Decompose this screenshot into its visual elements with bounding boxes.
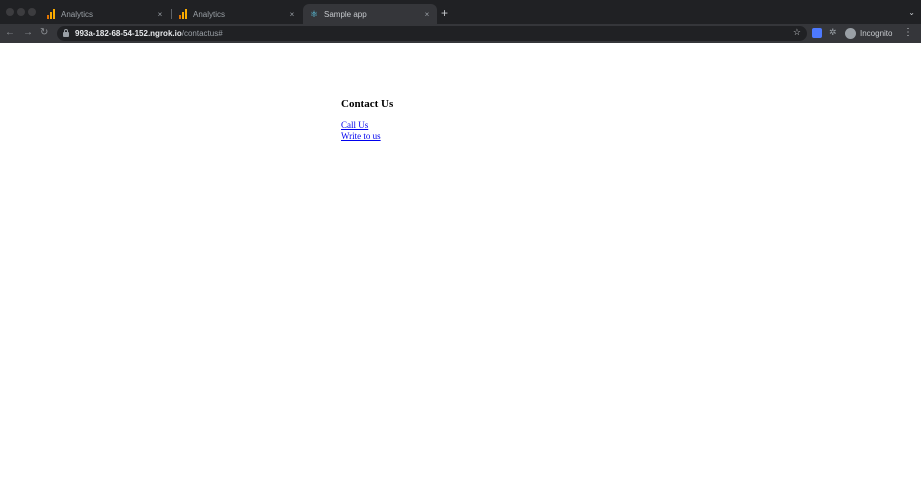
- url-host: 993a-182-68-54-152.ngrok.io: [75, 29, 182, 38]
- tab-analytics-1[interactable]: Analytics ×: [40, 4, 170, 24]
- menu-kebab-icon[interactable]: ⋮: [903, 27, 913, 39]
- bookmark-star-icon[interactable]: ☆: [793, 27, 801, 38]
- tab-close-icon[interactable]: ×: [286, 10, 298, 19]
- page-title: Contact Us: [341, 98, 394, 110]
- tab-analytics-2[interactable]: Analytics ×: [172, 4, 302, 24]
- contact-section: Contact Us Call Us Write to us: [341, 98, 393, 142]
- window-minimize-dot[interactable]: [17, 8, 25, 16]
- tab-label: Analytics: [61, 9, 94, 19]
- puzzle-icon[interactable]: ✲: [829, 27, 839, 37]
- browser-toolbar: ← → ↻ 993a-182-68-54-152.ngrok.io /conta…: [0, 24, 921, 43]
- page-viewport: Contact Us Call Us Write to us: [0, 43, 921, 485]
- tab-close-icon[interactable]: ×: [421, 10, 433, 19]
- window-close-dot[interactable]: [6, 8, 14, 16]
- lock-icon[interactable]: [63, 29, 69, 37]
- reload-icon[interactable]: ↻: [40, 27, 48, 39]
- analytics-icon: [178, 9, 188, 19]
- new-tab-button[interactable]: +: [441, 6, 448, 20]
- call-us-link[interactable]: Call Us: [341, 120, 393, 131]
- forward-icon[interactable]: →: [23, 27, 33, 39]
- tab-search-button[interactable]: ⌄: [908, 8, 915, 17]
- react-icon: ⚛: [309, 9, 319, 19]
- incognito-badge[interactable]: Incognito: [845, 27, 892, 40]
- incognito-icon: [845, 28, 856, 39]
- incognito-label: Incognito: [860, 29, 893, 38]
- analytics-icon: [46, 9, 56, 19]
- window-maximize-dot[interactable]: [28, 8, 36, 16]
- shield-extension-icon[interactable]: [812, 28, 822, 38]
- tab-label: Sample app: [324, 9, 367, 19]
- tab-strip: Analytics × Analytics × ⚛ Sample app × +…: [0, 0, 921, 24]
- tab-label: Analytics: [193, 9, 226, 19]
- tab-sample-app[interactable]: ⚛ Sample app ×: [303, 4, 437, 24]
- url-path: /contactus#: [181, 29, 223, 38]
- write-to-us-link[interactable]: Write to us: [341, 131, 393, 142]
- address-bar[interactable]: 993a-182-68-54-152.ngrok.io /contactus# …: [57, 26, 807, 41]
- tab-close-icon[interactable]: ×: [154, 10, 166, 19]
- back-icon[interactable]: ←: [5, 27, 15, 39]
